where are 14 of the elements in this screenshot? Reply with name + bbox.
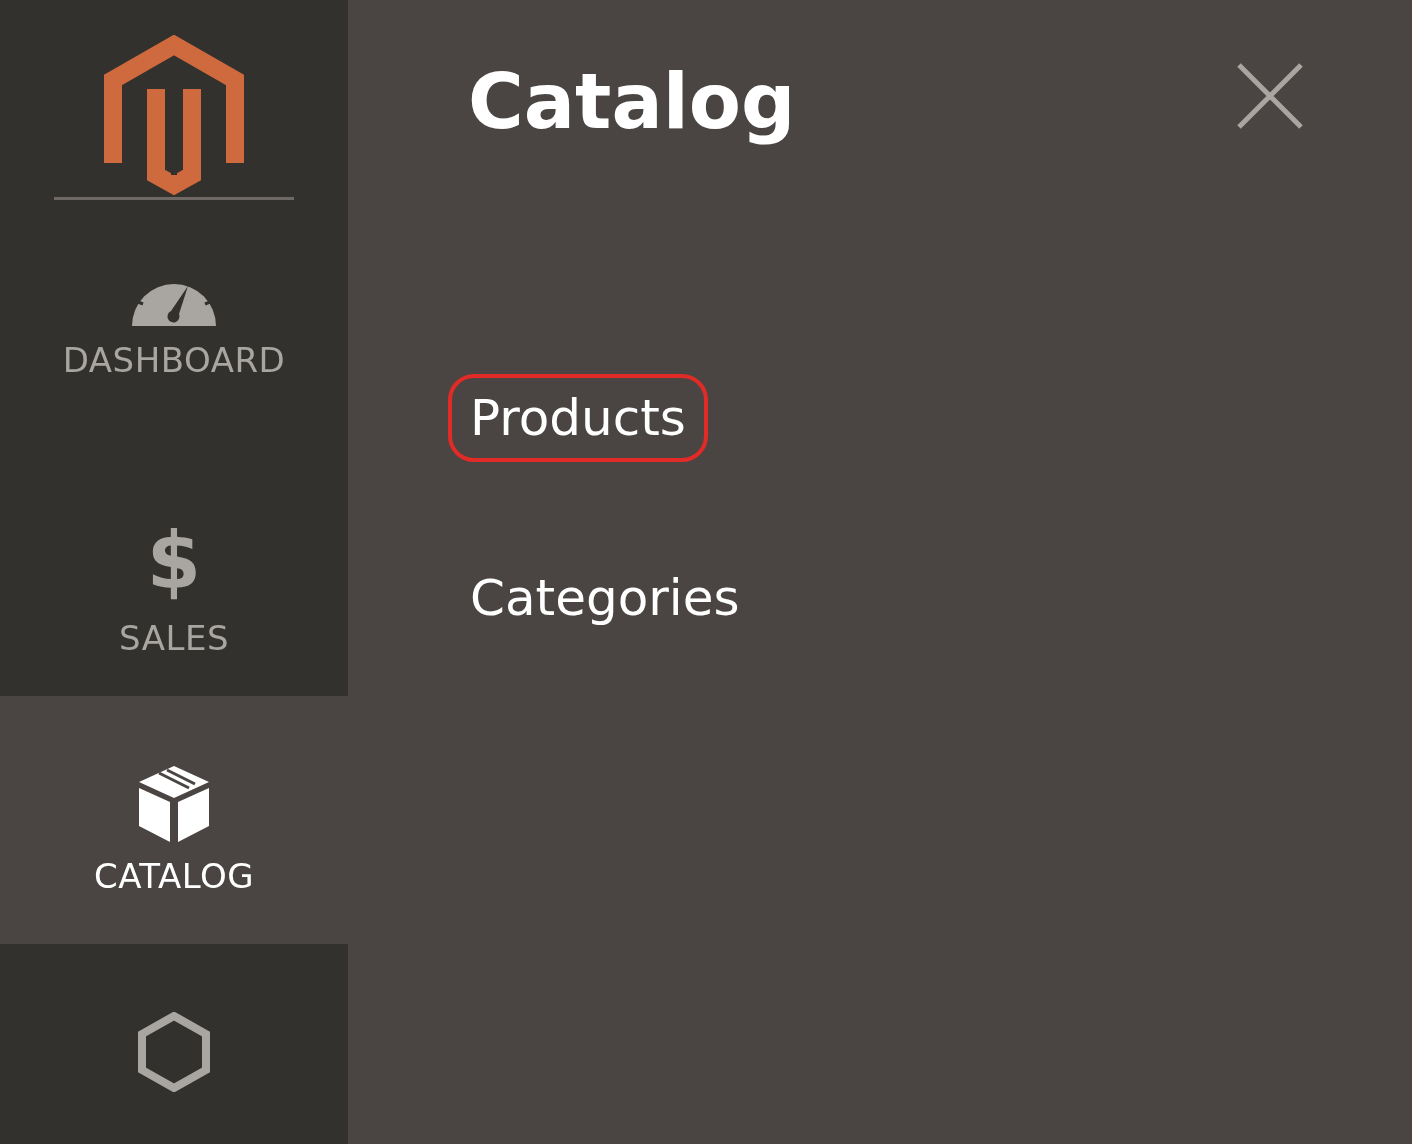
menu-link[interactable]: Categories	[448, 554, 762, 642]
close-icon[interactable]	[1236, 62, 1304, 130]
nav-item[interactable]: $ SALES	[0, 448, 348, 696]
logo[interactable]	[104, 35, 244, 197]
menu-link[interactable]: Products	[448, 374, 708, 462]
dollar-icon: $	[146, 516, 202, 606]
panel-title: Catalog	[468, 56, 796, 148]
nav-label: DASHBOARD	[62, 340, 286, 380]
nav-label: SALES	[119, 618, 229, 658]
nav-label: CATALOG	[93, 856, 255, 896]
hexagon-icon	[138, 1012, 210, 1092]
box-icon	[137, 764, 211, 844]
nav-item[interactable]: CATALOG	[0, 696, 348, 944]
nav-item[interactable]: DASHBOARD	[0, 200, 348, 448]
